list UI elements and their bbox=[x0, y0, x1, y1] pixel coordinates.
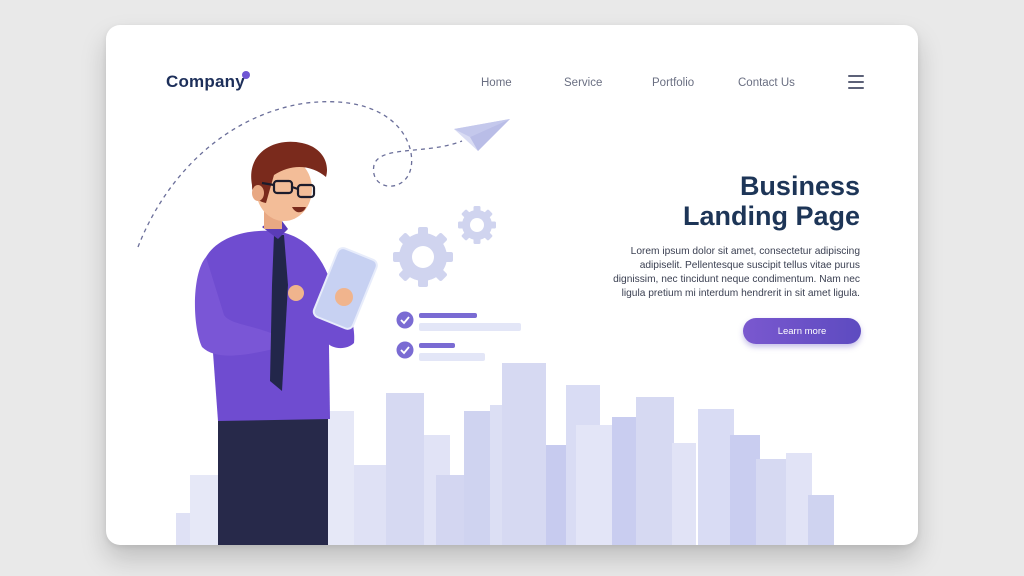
learn-more-button[interactable]: Learn more bbox=[743, 318, 861, 344]
description-line: adipiselit. Pellentesque suscipit tellus… bbox=[639, 260, 860, 271]
menu-icon[interactable] bbox=[848, 75, 864, 89]
gear-icon bbox=[458, 206, 496, 244]
paper-plane-icon bbox=[454, 119, 510, 151]
check-icon bbox=[396, 341, 414, 359]
title-line: Landing Page bbox=[682, 201, 860, 231]
hero-description: Lorem ipsum dolor sit amet, consectetur … bbox=[580, 245, 860, 301]
page-title: Business Landing Page bbox=[683, 171, 860, 231]
nav-service[interactable]: Service bbox=[564, 77, 602, 89]
nav-home[interactable]: Home bbox=[481, 77, 512, 89]
description-line: Lorem ipsum dolor sit amet, consectetur … bbox=[630, 246, 860, 257]
title-line: Business bbox=[739, 171, 860, 201]
check-icon bbox=[396, 311, 414, 329]
nav-contact-us[interactable]: Contact Us bbox=[738, 77, 795, 89]
gear-icon bbox=[393, 227, 453, 287]
checklist bbox=[396, 311, 521, 361]
landing-card: Company Home Service Portfolio Contact U… bbox=[106, 25, 918, 545]
logo-dot bbox=[242, 71, 250, 79]
nav-portfolio[interactable]: Portfolio bbox=[652, 77, 694, 89]
description-line: dignissim, nec tincidunt neque condiment… bbox=[613, 274, 860, 285]
description-line: ligula pretium mi interdum hendrerit in … bbox=[621, 288, 860, 299]
company-logo[interactable]: Company bbox=[166, 72, 245, 92]
